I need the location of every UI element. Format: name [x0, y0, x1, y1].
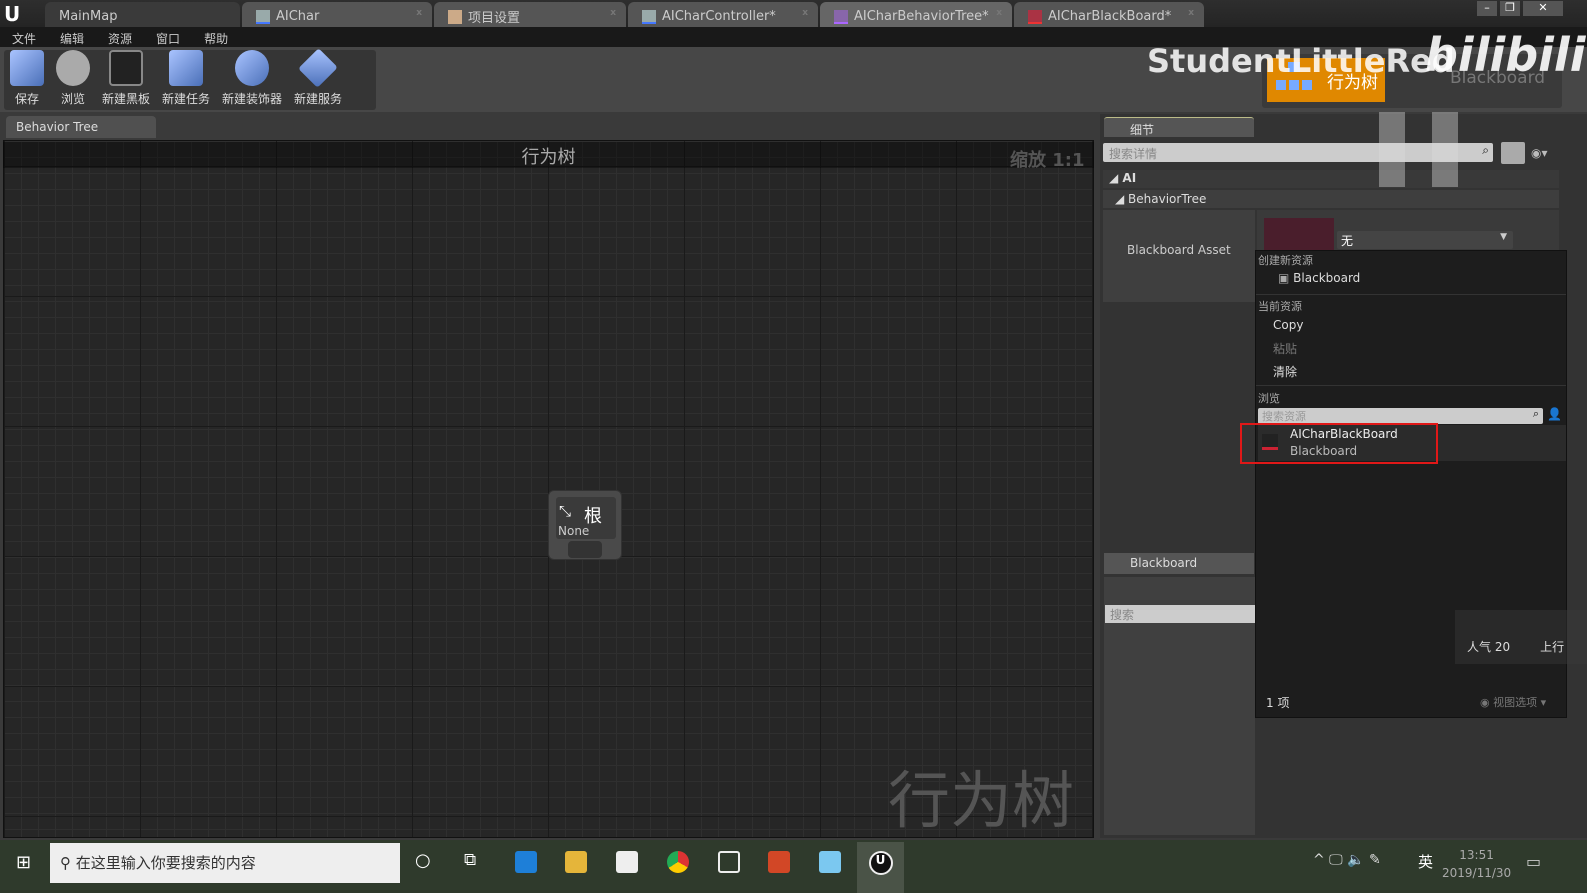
store-icon[interactable]: [616, 851, 638, 873]
menu-file[interactable]: 文件: [10, 27, 46, 47]
browse-button[interactable]: 浏览: [50, 50, 96, 110]
chrome-icon[interactable]: [667, 851, 689, 873]
blackboard-search-input[interactable]: 搜索: [1105, 605, 1255, 623]
section-current-asset: 当前资源: [1258, 300, 1302, 313]
view-options-eye-icon[interactable]: ◉▾: [1531, 146, 1548, 160]
create-blackboard-item[interactable]: ▣ Blackboard: [1278, 271, 1360, 285]
decorator-icon: [235, 50, 270, 86]
service-icon: [298, 48, 338, 88]
new-task-button[interactable]: 新建任务: [156, 50, 216, 110]
asset-thumbnail[interactable]: [1264, 218, 1334, 250]
new-blackboard-button[interactable]: 新建黑板: [96, 50, 156, 110]
close-icon[interactable]: x: [416, 8, 422, 18]
chevron-down-icon: ▼: [1500, 232, 1507, 242]
toolbar-group: 保存 浏览 新建黑板 新建任务 新建装饰器 新建服务: [4, 48, 376, 110]
popularity-overlay: 人气 20 上行: [1455, 610, 1587, 664]
app-icon[interactable]: [819, 851, 841, 873]
new-decorator-button[interactable]: 新建装饰器: [216, 50, 288, 110]
search-icon: ⌕: [1482, 143, 1489, 157]
taskbar-search-input[interactable]: ⚲ 在这里输入你要搜索的内容: [50, 843, 400, 883]
blackboard-icon: [109, 50, 143, 86]
close-icon[interactable]: x: [610, 8, 616, 18]
property-matrix-button[interactable]: [1501, 142, 1525, 164]
blueprint-icon: [256, 9, 270, 24]
asset-search-input[interactable]: 搜索资源 ⌕: [1258, 407, 1543, 424]
zoom-level: 缩放 1:1: [1010, 150, 1085, 171]
graph-canvas[interactable]: [3, 140, 1094, 838]
section-browse: 浏览: [1258, 392, 1280, 405]
divider: [1256, 385, 1566, 386]
blueprint-icon: [642, 9, 656, 24]
property-label: Blackboard Asset: [1103, 210, 1255, 302]
edge-icon[interactable]: [515, 851, 537, 873]
root-node[interactable]: ⤡ 根 None: [548, 490, 622, 560]
copy-item[interactable]: Copy: [1273, 318, 1303, 332]
menu-asset[interactable]: 资源: [106, 27, 142, 47]
tab-blackboard[interactable]: Blackboard: [1104, 553, 1254, 574]
settings-icon: [448, 9, 462, 24]
unreal-taskbar-button[interactable]: U: [857, 842, 904, 893]
search-icon: ⌕: [1532, 407, 1539, 420]
highlight-box: [1240, 423, 1438, 464]
root-node-subtitle: None: [558, 524, 590, 538]
close-icon[interactable]: x: [1188, 8, 1194, 18]
ime-indicator[interactable]: 英: [1418, 851, 1433, 872]
save-button[interactable]: 保存: [4, 50, 50, 110]
section-create-new: 创建新资源: [1258, 254, 1313, 267]
menu-edit[interactable]: 编辑: [58, 27, 94, 47]
tab-project-settings[interactable]: 项目设置 x: [434, 2, 626, 27]
tray-icons[interactable]: ^ 🖵 🔈 ✎: [1313, 852, 1381, 868]
cortana-icon[interactable]: ○: [415, 850, 431, 871]
close-icon[interactable]: x: [802, 8, 808, 18]
close-window-button[interactable]: ✕: [1523, 1, 1563, 16]
close-icon[interactable]: x: [996, 8, 1002, 18]
bilibili-logo: bilibili: [1425, 28, 1586, 82]
powerpoint-icon[interactable]: [768, 851, 790, 873]
asset-picker-combo[interactable]: 无 ▼: [1337, 231, 1513, 249]
tab-aicharblackboard[interactable]: AICharBlackBoard* x: [1014, 2, 1204, 27]
clock[interactable]: 13:51 2019/11/30: [1442, 846, 1511, 882]
watermark-bar: [1432, 112, 1458, 187]
magnifier-icon: [56, 50, 90, 86]
clear-item[interactable]: 清除: [1273, 363, 1297, 380]
tab-mainmap[interactable]: MainMap: [45, 2, 240, 27]
blackboard-icon: [1028, 9, 1042, 24]
menu-window[interactable]: 窗口: [154, 27, 190, 47]
task-icon: [169, 50, 204, 86]
item-count: 1 项: [1266, 696, 1290, 710]
tab-behavior-tree[interactable]: Behavior Tree: [6, 116, 156, 138]
tab-aichar[interactable]: AIChar x: [242, 2, 432, 27]
watermark-bar: [1379, 112, 1405, 187]
minimize-button[interactable]: –: [1477, 1, 1497, 16]
windows-start-icon[interactable]: ⊞: [16, 852, 31, 873]
task-view-icon[interactable]: ⧉: [464, 850, 476, 870]
category-ai[interactable]: ◢ AI: [1103, 170, 1559, 188]
new-service-button[interactable]: 新建服务: [288, 48, 348, 110]
paste-item[interactable]: 粘贴: [1273, 340, 1297, 357]
maximize-button[interactable]: ❐: [1500, 1, 1520, 16]
save-icon: [10, 50, 44, 86]
view-options-button[interactable]: ◉ 视图选项 ▾: [1480, 694, 1546, 710]
graph-watermark: 行为树: [888, 764, 1075, 837]
tab-details[interactable]: 细节: [1104, 117, 1254, 137]
category-behaviortree[interactable]: ◢ BehaviorTree: [1103, 190, 1559, 208]
notification-icon[interactable]: ▭: [1526, 852, 1541, 871]
user-filter-icon[interactable]: 👤: [1547, 407, 1562, 421]
tab-aicharbehaviortree[interactable]: AICharBehaviorTree* x: [820, 2, 1012, 27]
whiteboard-icon[interactable]: [718, 851, 740, 873]
divider: [1256, 294, 1566, 295]
graph-title: 行为树: [3, 142, 1094, 168]
output-pin[interactable]: [568, 541, 602, 558]
menu-help[interactable]: 帮助: [202, 27, 238, 47]
file-explorer-icon[interactable]: [565, 851, 587, 873]
root-icon: ⤡: [559, 502, 572, 520]
tab-aicharcontroller[interactable]: AICharController* x: [628, 2, 818, 27]
root-node-body: ⤡ 根 None: [556, 497, 616, 539]
behavior-tree-icon: [834, 9, 848, 24]
blackboard-icon: ▣: [1278, 271, 1290, 285]
unreal-logo-icon: U: [4, 2, 21, 26]
watermark-user: StudentLittleRed: [1147, 42, 1455, 80]
